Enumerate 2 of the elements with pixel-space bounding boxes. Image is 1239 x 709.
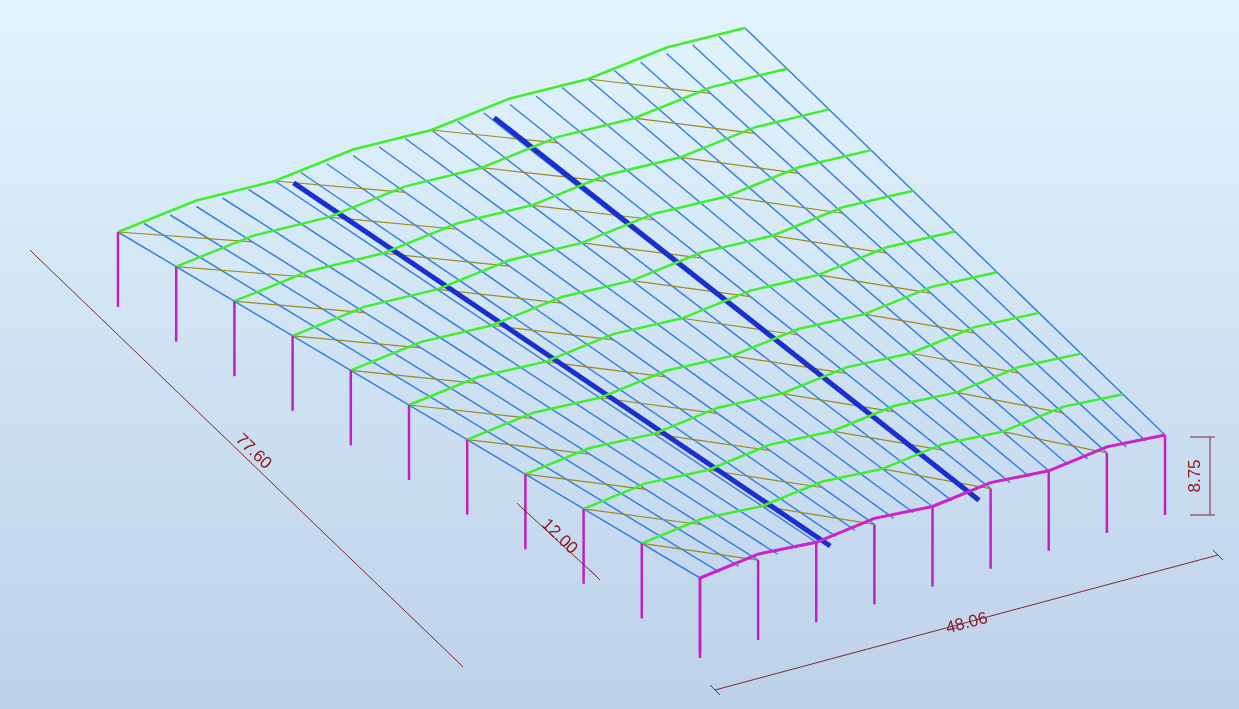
dimension-label: 8.75	[1185, 459, 1204, 493]
dimension-label: 48.06	[943, 608, 990, 638]
